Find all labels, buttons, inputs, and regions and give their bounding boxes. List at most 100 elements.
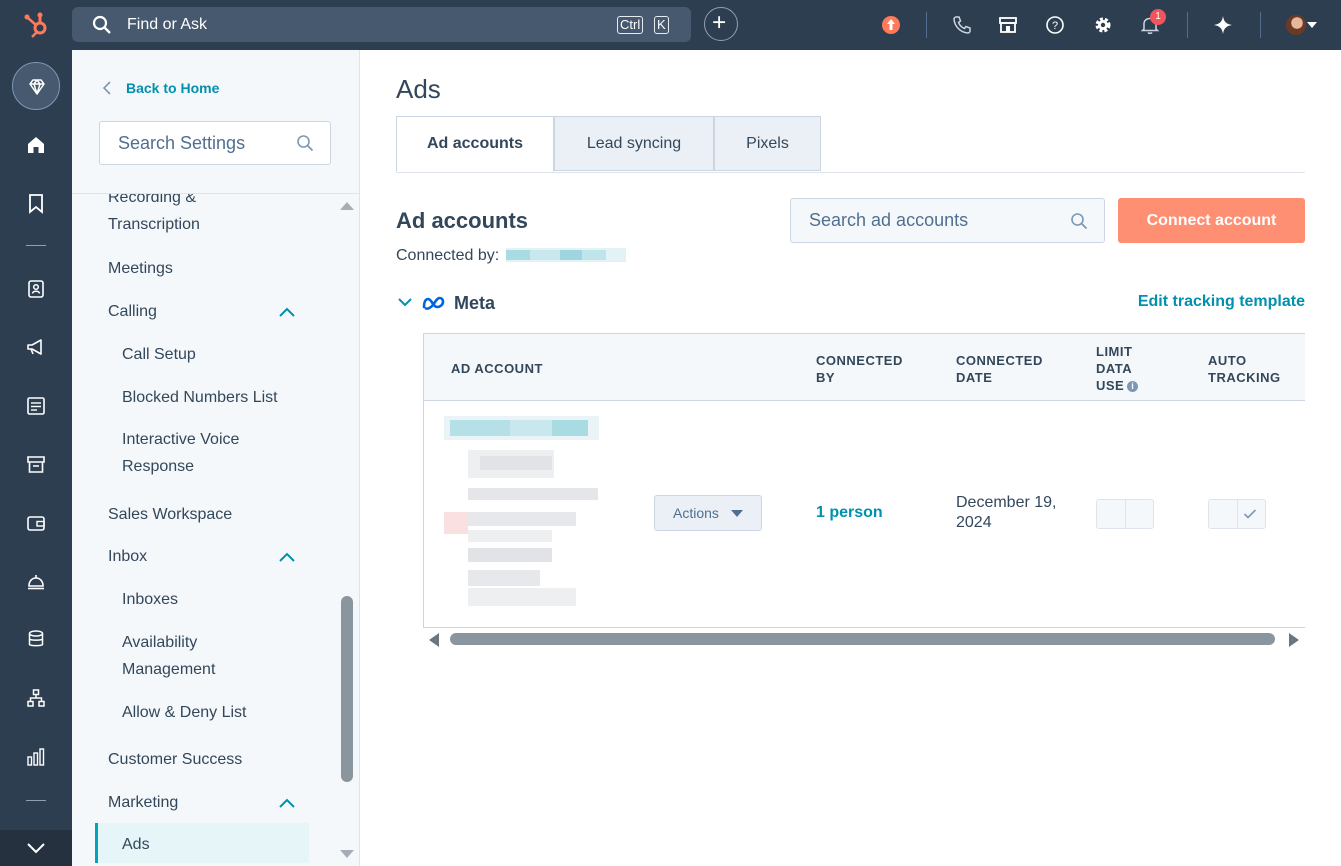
sidebar-item-ivr[interactable]: Interactive Voice Response	[122, 426, 262, 480]
wallet-icon[interactable]	[25, 512, 47, 534]
scroll-left-arrow[interactable]	[429, 633, 439, 647]
connected-date-cell: December 19, 2024	[956, 494, 1057, 531]
limit-data-use-toggle[interactable]	[1096, 499, 1154, 529]
info-icon[interactable]: i	[1127, 381, 1139, 392]
caret-down-icon	[731, 510, 743, 517]
sidebar-item-availability-management[interactable]: Availability Management	[122, 629, 232, 683]
column-header-ad-account[interactable]: AD ACCOUNT	[451, 360, 543, 377]
sidebar-item-inboxes[interactable]: Inboxes	[122, 586, 178, 613]
search-ad-accounts-input[interactable]	[791, 199, 1079, 242]
back-to-home-label: Back to Home	[126, 80, 220, 96]
sidebar-item-customer-success[interactable]: Customer Success	[108, 746, 242, 773]
phone-icon[interactable]	[951, 14, 973, 36]
scroll-down-arrow[interactable]	[340, 850, 354, 858]
settings-sidebar: Back to Home Recording & Transcription M…	[72, 50, 360, 866]
settings-gear-icon[interactable]	[1092, 14, 1114, 36]
sidebar-item-call-setup[interactable]: Call Setup	[122, 341, 196, 368]
rail-separator	[26, 800, 46, 801]
tab-pixels[interactable]: Pixels	[714, 116, 821, 171]
tab-ad-accounts[interactable]: Ad accounts	[396, 116, 554, 172]
plus-icon	[713, 16, 726, 29]
rail-expand-button[interactable]	[0, 830, 72, 866]
create-new-button[interactable]	[704, 7, 738, 41]
marketing-megaphone-icon[interactable]	[25, 336, 47, 358]
sidebar-item-allow-deny-list[interactable]: Allow & Deny List	[122, 699, 247, 726]
scroll-up-arrow[interactable]	[340, 202, 354, 210]
commerce-icon[interactable]	[25, 453, 47, 475]
settings-search[interactable]	[99, 121, 331, 165]
toggle-divider	[1237, 500, 1238, 528]
gem-icon	[29, 79, 45, 95]
chevron-left-icon	[102, 81, 111, 95]
reporting-chart-icon[interactable]	[25, 746, 47, 768]
network-name: Meta	[454, 293, 496, 313]
service-bell-icon[interactable]	[25, 570, 47, 592]
column-header-connected-by[interactable]: CONNECTED BY	[816, 352, 916, 386]
column-header-auto-tracking[interactable]: AUTO TRACKING	[1208, 352, 1298, 386]
toggle-divider	[1125, 500, 1126, 528]
sidebar-item-sales-workspace[interactable]: Sales Workspace	[108, 501, 232, 528]
meta-logo-icon	[422, 296, 445, 310]
sidebar-scrollbar-thumb[interactable]	[341, 596, 353, 782]
redacted-ad-account-name	[444, 416, 599, 606]
rail-active-item[interactable]	[12, 62, 60, 110]
search-icon	[297, 135, 314, 152]
upgrade-icon[interactable]	[880, 14, 902, 36]
table-header: AD ACCOUNT CONNECTED BY CONNECTED DATE L…	[424, 334, 1305, 401]
connected-by-link[interactable]: 1 person	[816, 504, 883, 522]
settings-search-input[interactable]	[100, 122, 308, 164]
table-horizontal-scrollbar[interactable]	[423, 630, 1305, 650]
horizontal-scrollbar-thumb[interactable]	[450, 633, 1275, 645]
active-item-indicator	[95, 823, 98, 863]
rail-separator	[26, 245, 46, 246]
data-database-icon[interactable]	[25, 628, 47, 650]
top-navigation-bar: Find or Ask Ctrl K ? 1	[0, 0, 1341, 50]
sidebar-item-recording-transcription[interactable]: Recording & Transcription	[108, 194, 228, 238]
auto-tracking-toggle[interactable]	[1208, 499, 1266, 529]
global-search-bar[interactable]: Find or Ask Ctrl K	[72, 7, 691, 42]
sidebar-item-marketing[interactable]: Marketing	[108, 789, 178, 816]
avatar[interactable]	[1286, 15, 1306, 35]
search-ad-accounts[interactable]	[790, 198, 1105, 243]
topbar-divider	[1187, 12, 1188, 38]
expand-chevron-icon	[27, 843, 45, 854]
column-header-connected-date[interactable]: CONNECTED DATE	[956, 352, 1056, 386]
actions-label: Actions	[673, 505, 719, 521]
redacted-user-name	[506, 248, 626, 262]
sidebar-item-meetings[interactable]: Meetings	[108, 255, 173, 282]
home-icon[interactable]	[25, 134, 47, 156]
settings-nav-list: Recording & Transcription Meetings Calli…	[72, 194, 360, 866]
tab-lead-syncing[interactable]: Lead syncing	[554, 116, 714, 171]
automation-icon[interactable]	[25, 687, 47, 709]
column-header-limit-data-use[interactable]: LIMIT DATA USE i	[1096, 343, 1156, 394]
main-content: Ads Ad accounts Lead syncing Pixels Ad a…	[360, 50, 1341, 866]
topbar-divider	[1260, 12, 1261, 38]
chevron-up-icon[interactable]	[278, 797, 296, 809]
bookmark-icon[interactable]	[25, 192, 47, 214]
chevron-down-icon[interactable]	[1306, 20, 1318, 30]
actions-dropdown-button[interactable]: Actions	[654, 495, 762, 531]
svg-text:?: ?	[1052, 20, 1058, 32]
scroll-right-arrow[interactable]	[1289, 633, 1299, 647]
help-icon[interactable]: ?	[1044, 14, 1066, 36]
hubspot-logo[interactable]	[22, 10, 52, 40]
sidebar-item-blocked-numbers[interactable]: Blocked Numbers List	[122, 384, 278, 411]
sidebar-item-inbox[interactable]: Inbox	[108, 543, 147, 570]
notification-count-badge: 1	[1150, 9, 1166, 25]
chevron-up-icon[interactable]	[278, 551, 296, 563]
marketplace-icon[interactable]	[997, 14, 1019, 36]
ai-sparkle-icon[interactable]	[1212, 14, 1234, 36]
ad-accounts-table: AD ACCOUNT CONNECTED BY CONNECTED DATE L…	[423, 333, 1305, 628]
content-icon[interactable]	[25, 395, 47, 417]
sidebar-item-ads[interactable]: Ads	[122, 831, 150, 858]
global-search-label: Find or Ask	[127, 16, 208, 33]
shortcut-ctrl-key: Ctrl	[617, 16, 644, 34]
search-icon	[1071, 213, 1088, 230]
section-title: Ad accounts	[396, 208, 529, 233]
chevron-up-icon[interactable]	[278, 306, 296, 318]
connected-by-label: Connected by:	[396, 247, 500, 264]
connect-account-button[interactable]: Connect account	[1118, 198, 1305, 243]
sidebar-item-calling[interactable]: Calling	[108, 298, 157, 325]
contacts-icon[interactable]	[25, 278, 47, 300]
edit-tracking-template-link[interactable]: Edit tracking template	[1138, 293, 1305, 311]
